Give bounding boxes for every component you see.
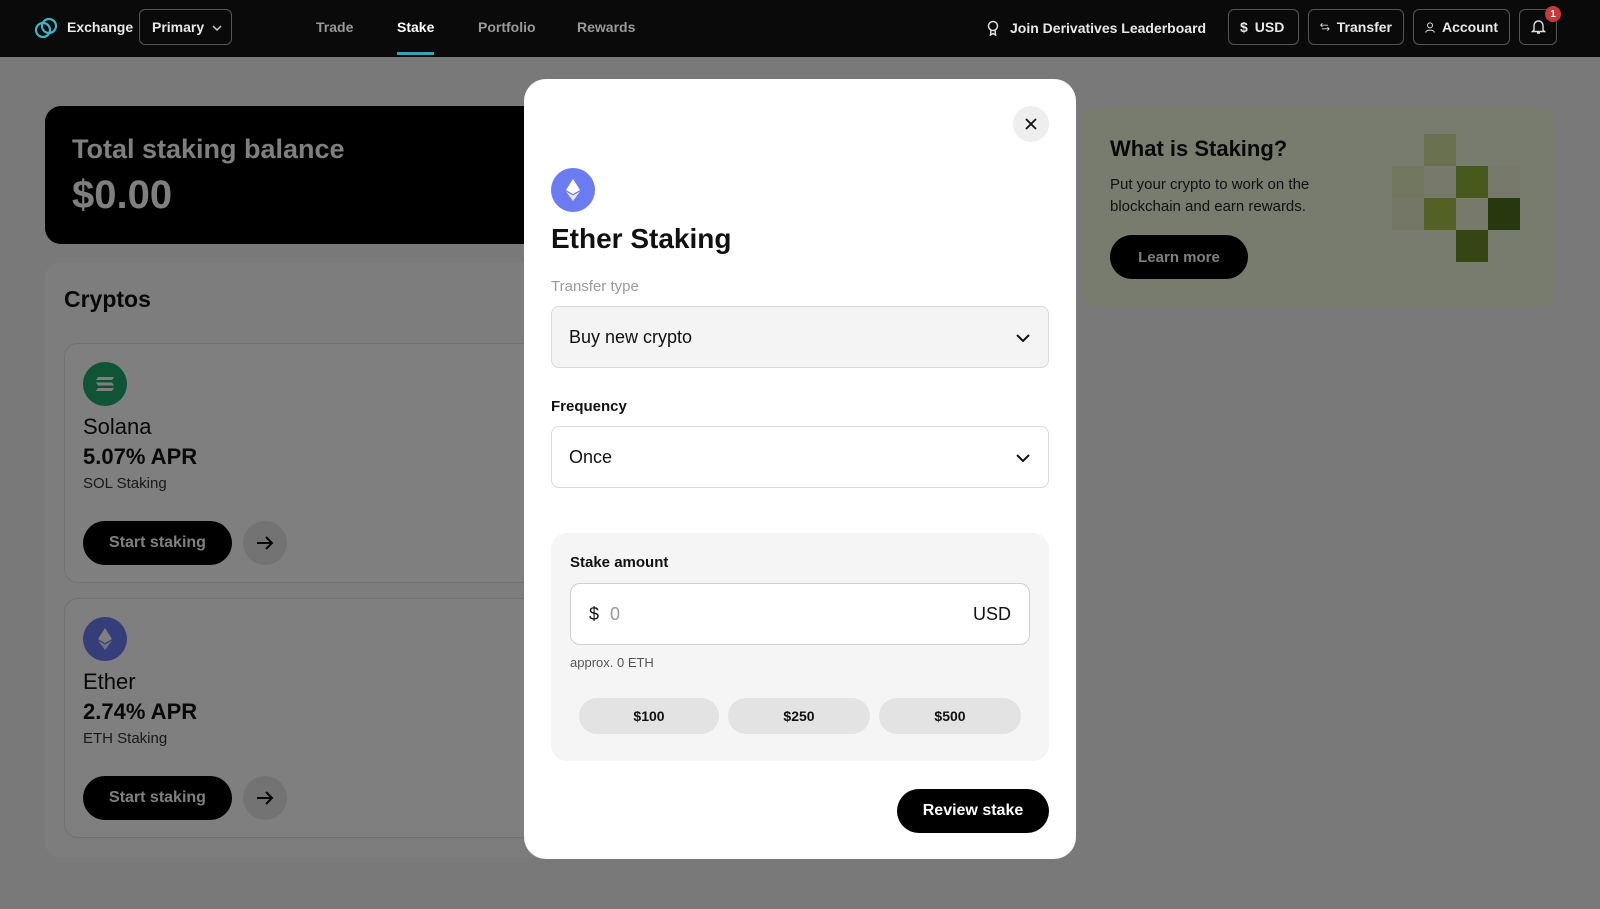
chevron-down-icon (1016, 454, 1030, 463)
transfer-type-label: Transfer type (551, 278, 639, 295)
close-button[interactable] (1013, 106, 1049, 142)
preset-250-button[interactable]: $250 (728, 698, 870, 734)
currency-button-label: USD (1254, 19, 1285, 35)
exchange-logo-icon[interactable] (34, 16, 58, 40)
notification-count-badge: 1 (1545, 6, 1561, 22)
transfer-type-value: Buy new crypto (569, 326, 693, 347)
account-button-label: Account (1442, 19, 1498, 35)
account-button[interactable]: Account (1413, 9, 1510, 45)
modal-title: Ether Staking (551, 223, 732, 254)
notifications-button[interactable]: 1 (1519, 6, 1561, 45)
preset-100-button[interactable]: $100 (579, 698, 719, 734)
tab-rewards[interactable]: Rewards (577, 19, 635, 35)
transfer-button[interactable]: Transfer (1308, 9, 1404, 45)
ether-staking-modal: Ether Staking Transfer type Buy new cryp… (524, 79, 1076, 859)
frequency-value: Once (569, 446, 613, 467)
preset-500-button[interactable]: $500 (879, 698, 1021, 734)
transfer-button-label: Transfer (1336, 19, 1392, 35)
brand-name: Exchange (67, 19, 134, 35)
stake-amount-input[interactable]: $ 0 USD (570, 583, 1030, 645)
approx-eth-amount: approx. 0 ETH (570, 655, 654, 670)
ethereum-icon (551, 168, 595, 212)
dollar-icon: $ (1240, 19, 1248, 35)
transfer-arrows-icon (1320, 23, 1330, 31)
stake-amount-panel: Stake amount $ 0 USD approx. 0 ETH $100 … (551, 533, 1049, 761)
tab-trade[interactable]: Trade (316, 19, 353, 35)
chevron-down-icon (1016, 334, 1030, 343)
active-tab-indicator (397, 52, 434, 55)
trophy-icon (987, 20, 999, 36)
top-navigation-bar: Exchange Primary Trade Stake Portfolio R… (0, 0, 1600, 57)
chevron-down-icon (212, 25, 222, 32)
tab-portfolio[interactable]: Portfolio (478, 19, 536, 35)
user-icon (1425, 21, 1435, 33)
frequency-label: Frequency (551, 398, 627, 415)
account-selector-label: Primary (152, 19, 205, 35)
amount-unit: USD (972, 604, 1011, 624)
currency-button[interactable]: $ USD (1228, 9, 1299, 45)
review-stake-button[interactable]: Review stake (897, 789, 1049, 833)
leaderboard-link[interactable]: Join Derivatives Leaderboard (986, 16, 1206, 40)
leaderboard-link-label: Join Derivatives Leaderboard (1010, 20, 1207, 36)
bell-icon (1530, 20, 1546, 34)
tab-stake[interactable]: Stake (397, 19, 434, 35)
currency-symbol: $ (589, 604, 600, 624)
amount-placeholder: 0 (610, 604, 621, 624)
close-icon (1025, 118, 1037, 130)
transfer-type-select[interactable]: Buy new crypto (551, 306, 1049, 368)
stake-amount-label: Stake amount (570, 554, 669, 571)
frequency-select[interactable]: Once (551, 426, 1049, 488)
account-selector[interactable]: Primary (139, 9, 232, 45)
